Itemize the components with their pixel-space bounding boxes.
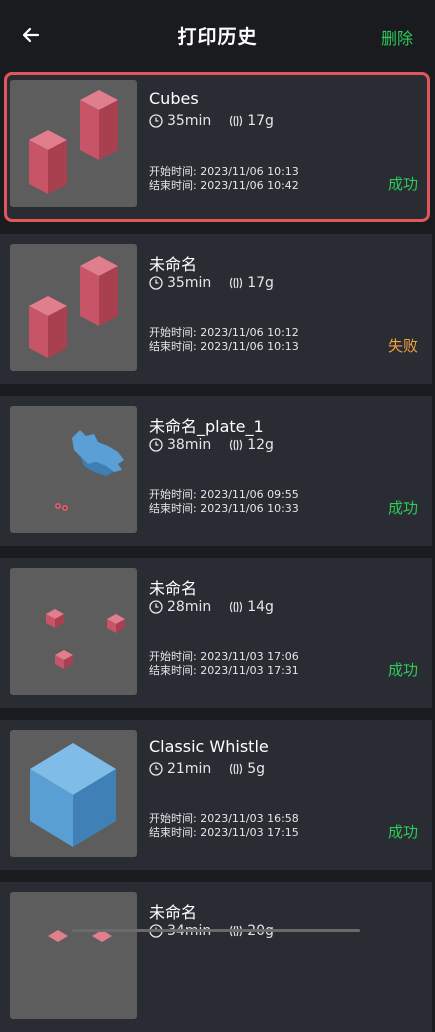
start-time: 开始时间: 2023/11/06 10:12 [149, 326, 299, 339]
print-meta: 35min 17g [149, 275, 274, 291]
clock-icon [149, 114, 163, 128]
model-thumbnail [10, 80, 137, 207]
clock-icon [149, 762, 163, 776]
history-item[interactable]: 未命名 35min 17g 开始时间: 2023/11/06 10:12 结束时… [0, 234, 432, 384]
print-duration: 38min [167, 437, 212, 453]
model-name: 未命名 [149, 255, 198, 274]
model-thumbnail [10, 892, 137, 1019]
print-times: 开始时间: 2023/11/03 16:58 结束时间: 2023/11/03 … [149, 812, 299, 840]
print-meta: 38min 12g [149, 437, 274, 453]
status-badge: 成功 [387, 175, 418, 193]
print-duration: 21min [167, 761, 212, 777]
end-time: 结束时间: 2023/11/06 10:33 [149, 502, 299, 515]
page-title: 打印历史 [177, 26, 258, 48]
end-time: 结束时间: 2023/11/03 17:31 [149, 664, 299, 677]
delete-button[interactable]: 删除 [381, 25, 413, 49]
filament-weight: 5g [247, 761, 266, 777]
filament-weight: 14g [247, 599, 274, 615]
filament-icon [230, 763, 243, 775]
history-item[interactable]: 未命名 34min 20g [0, 882, 432, 1032]
print-meta: 35min 17g [149, 113, 274, 129]
status-badge: 成功 [387, 661, 418, 679]
print-times: 开始时间: 2023/11/03 17:06 结束时间: 2023/11/03 … [149, 650, 299, 678]
filament-icon [230, 601, 243, 613]
filament-icon [230, 277, 243, 289]
filament-icon [230, 439, 243, 451]
print-meta: 28min 14g [149, 599, 274, 615]
model-name: Classic Whistle [149, 737, 269, 756]
print-duration: 28min [167, 599, 212, 615]
model-thumbnail [10, 730, 137, 857]
status-badge: 失败 [387, 337, 418, 355]
history-item[interactable]: Classic Whistle 21min 5g 开始时间: 2023/11/0… [0, 720, 432, 870]
print-meta: 21min 5g [149, 761, 265, 777]
filament-weight: 17g [247, 113, 274, 129]
end-time: 结束时间: 2023/11/03 17:15 [149, 826, 299, 839]
filament-weight: 17g [247, 275, 274, 291]
filament-icon [230, 115, 243, 127]
top-bar: 打印历史 删除 [0, 0, 435, 70]
print-duration: 35min [167, 275, 212, 291]
start-time: 开始时间: 2023/11/06 10:13 [149, 165, 299, 178]
clock-icon [149, 276, 163, 290]
end-time: 结束时间: 2023/11/06 10:42 [149, 179, 299, 192]
clock-icon [149, 600, 163, 614]
print-duration: 35min [167, 113, 212, 129]
end-time: 结束时间: 2023/11/06 10:13 [149, 340, 299, 353]
history-item[interactable]: 未命名_plate_1 38min 12g 开始时间: 2023/11/06 0… [0, 396, 432, 546]
model-thumbnail [10, 406, 137, 533]
print-times: 开始时间: 2023/11/06 10:12 结束时间: 2023/11/06 … [149, 326, 299, 354]
start-time: 开始时间: 2023/11/03 16:58 [149, 812, 299, 825]
start-time: 开始时间: 2023/11/06 09:55 [149, 488, 299, 501]
model-name: Cubes [149, 89, 199, 108]
start-time: 开始时间: 2023/11/03 17:06 [149, 650, 299, 663]
clock-icon [149, 438, 163, 452]
model-thumbnail [10, 568, 137, 695]
horizontal-scrollbar[interactable] [72, 929, 360, 932]
filament-weight: 12g [247, 437, 274, 453]
status-badge: 成功 [387, 499, 418, 517]
print-times: 开始时间: 2023/11/06 10:13 结束时间: 2023/11/06 … [149, 165, 299, 193]
model-name: 未命名 [149, 579, 198, 598]
status-badge: 成功 [387, 823, 418, 841]
model-name: 未命名 [149, 903, 198, 922]
model-name: 未命名_plate_1 [149, 417, 264, 436]
history-item[interactable]: 未命名 28min 14g 开始时间: 2023/11/03 17:06 结束时… [0, 558, 432, 708]
model-thumbnail [10, 244, 137, 371]
print-times: 开始时间: 2023/11/06 09:55 结束时间: 2023/11/06 … [149, 488, 299, 516]
history-item-selected[interactable]: Cubes 35min 17g 开始时间: 2023/11/06 10:13 结… [4, 72, 430, 222]
